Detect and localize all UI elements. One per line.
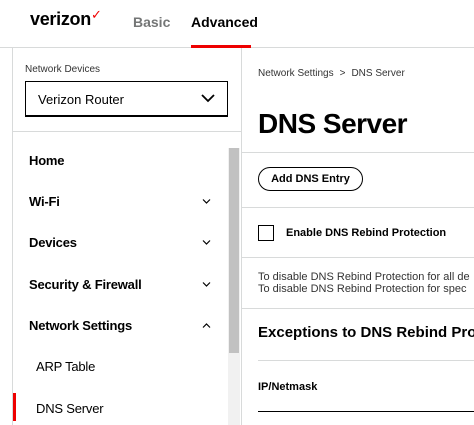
ip-netmask-label: IP/Netmask — [258, 381, 318, 393]
rebind-info-text: To disable DNS Rebind Protection for spe… — [258, 283, 467, 295]
exceptions-section-title: Exceptions to DNS Rebind Prot — [258, 324, 474, 341]
breadcrumb-parent-link[interactable]: Network Settings — [258, 68, 334, 79]
sidebar-item-home[interactable]: Home — [13, 141, 228, 181]
top-header: verizon ✓ Basic Advanced — [0, 0, 474, 48]
sidebar-item-wifi[interactable]: Wi-Fi — [13, 182, 228, 222]
sidebar-item-label: Devices — [29, 235, 77, 250]
tab-basic[interactable]: Basic — [133, 14, 170, 30]
chevron-up-icon — [202, 323, 211, 328]
divider — [242, 257, 474, 258]
sidebar-item-label: DNS Server — [36, 401, 104, 416]
nav-divider — [13, 131, 241, 132]
divider — [242, 207, 474, 208]
chevron-down-icon — [202, 240, 211, 245]
divider — [242, 308, 474, 309]
sidebar-item-security-firewall[interactable]: Security & Firewall — [13, 265, 228, 305]
sidebar-item-dns-server[interactable]: DNS Server — [13, 389, 228, 425]
sidebar-item-arp-table[interactable]: ARP Table — [13, 347, 228, 387]
chevron-down-icon — [201, 94, 215, 103]
breadcrumb-separator-icon: > — [339, 68, 346, 79]
sidebar-item-label: Home — [29, 153, 65, 168]
add-dns-entry-button[interactable]: Add DNS Entry — [258, 167, 363, 191]
sidebar-item-label: Security & Firewall — [29, 277, 142, 292]
ip-netmask-input[interactable] — [258, 411, 474, 412]
divider — [258, 360, 474, 361]
sidebar-item-label: Wi-Fi — [29, 194, 60, 209]
breadcrumb-current: DNS Server — [351, 68, 405, 79]
network-device-select[interactable]: Verizon Router — [25, 81, 228, 117]
divider — [242, 152, 474, 153]
logo-checkmark-icon: ✓ — [91, 7, 102, 22]
device-select-value: Verizon Router — [38, 92, 124, 107]
rebind-info-text: To disable DNS Rebind Protection for all… — [258, 271, 470, 283]
chevron-down-icon — [202, 282, 211, 287]
breadcrumb: Network Settings > DNS Server — [258, 68, 405, 79]
active-item-indicator — [13, 393, 16, 421]
chevron-down-icon — [202, 199, 211, 204]
dns-rebind-protection-checkbox[interactable] — [258, 225, 274, 241]
network-devices-label: Network Devices — [25, 64, 101, 75]
sidebar-scrollbar-thumb[interactable] — [229, 148, 239, 353]
verizon-logo[interactable]: verizon — [30, 9, 91, 30]
dns-rebind-protection-label: Enable DNS Rebind Protection — [286, 227, 447, 239]
sidebar-item-label: ARP Table — [36, 359, 96, 374]
sidebar-item-devices[interactable]: Devices — [13, 223, 228, 263]
sidebar-item-network-settings[interactable]: Network Settings — [13, 306, 228, 346]
tab-advanced[interactable]: Advanced — [191, 14, 258, 30]
page-title: DNS Server — [258, 108, 408, 139]
sidebar-item-label: Network Settings — [29, 318, 132, 333]
